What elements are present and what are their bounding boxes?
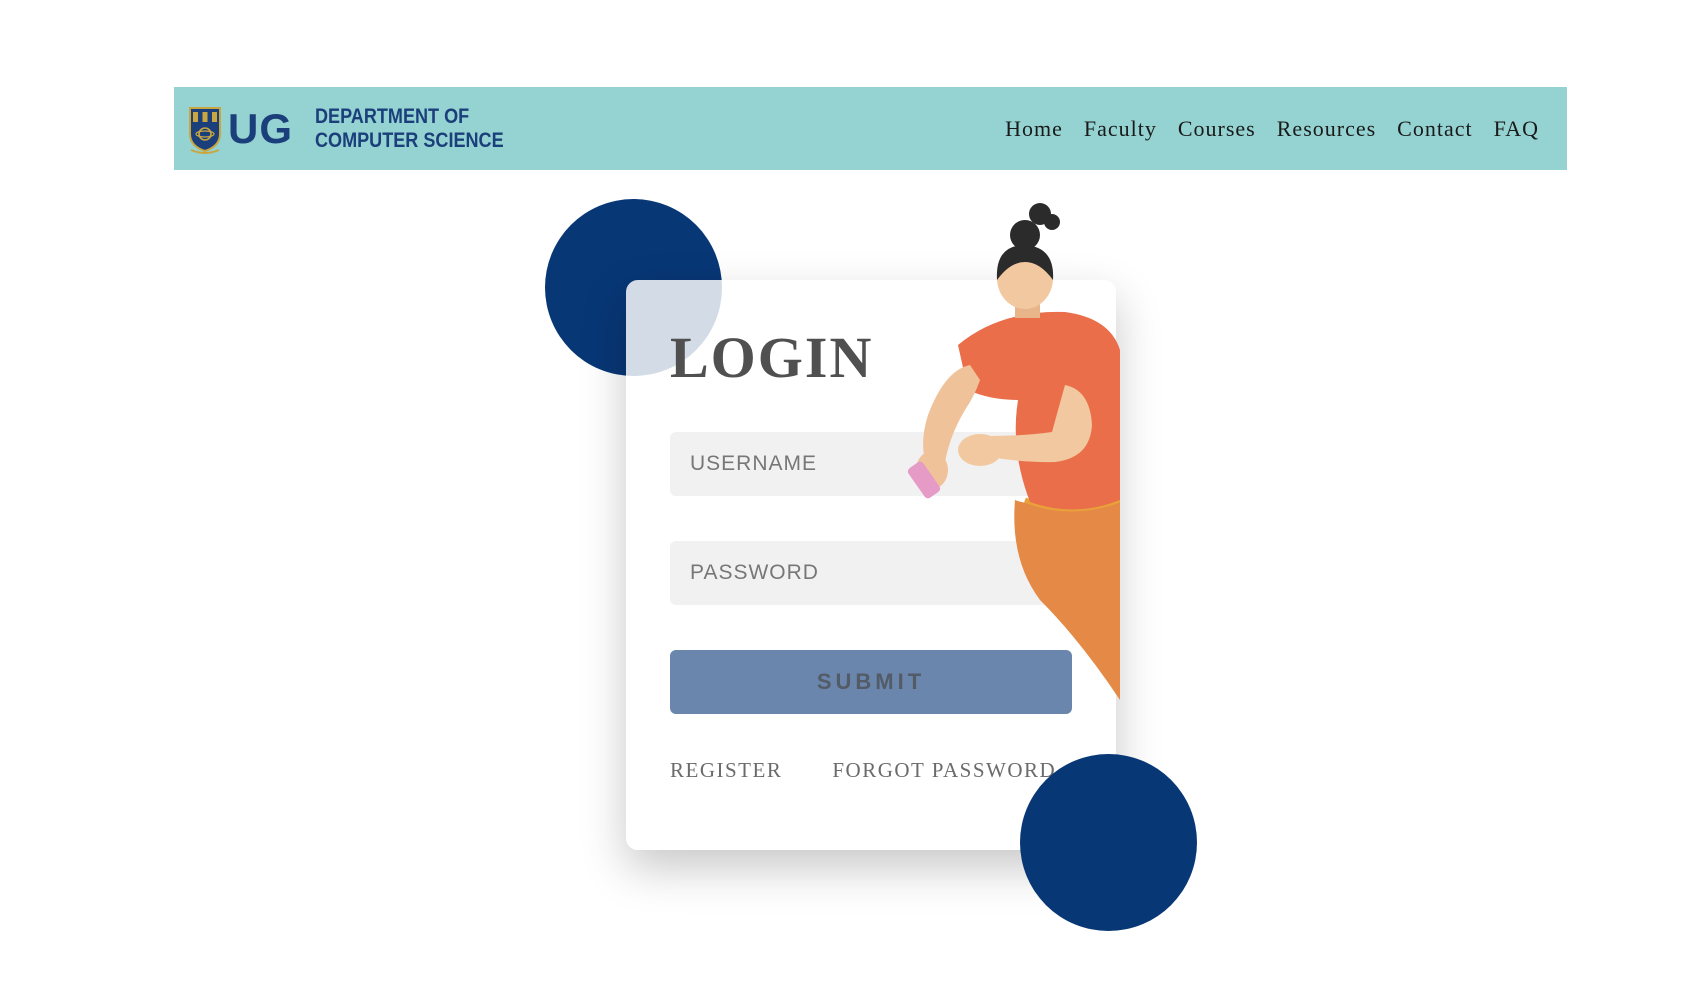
login-card: LOGIN SUBMIT REGISTER FORGOT PASSWORD bbox=[626, 280, 1116, 850]
decorative-circle-bottom bbox=[1020, 754, 1197, 931]
nav-link-faq[interactable]: FAQ bbox=[1494, 116, 1539, 142]
brand-logo-text: UG bbox=[228, 104, 293, 152]
illustration-hair bbox=[996, 245, 1054, 280]
login-links: REGISTER FORGOT PASSWORD bbox=[670, 758, 1056, 783]
login-title: LOGIN bbox=[670, 325, 874, 390]
register-link[interactable]: REGISTER bbox=[670, 758, 782, 783]
illustration-hair-bun-top bbox=[1029, 203, 1051, 225]
brand[interactable]: UG DEPARTMENT OF COMPUTER SCIENCE bbox=[188, 87, 534, 170]
password-input[interactable] bbox=[670, 541, 1072, 605]
forgot-password-link[interactable]: FORGOT PASSWORD bbox=[832, 758, 1056, 783]
site-header: UG DEPARTMENT OF COMPUTER SCIENCE Home F… bbox=[174, 87, 1567, 170]
submit-button[interactable]: SUBMIT bbox=[670, 650, 1072, 714]
illustration-hair-bun-small bbox=[1044, 214, 1060, 230]
nav-link-resources[interactable]: Resources bbox=[1277, 116, 1376, 142]
nav-link-courses[interactable]: Courses bbox=[1178, 116, 1256, 142]
username-input[interactable] bbox=[670, 432, 1072, 496]
illustration-hair-bun bbox=[1010, 220, 1040, 250]
nav-link-contact[interactable]: Contact bbox=[1397, 116, 1472, 142]
nav-link-faculty[interactable]: Faculty bbox=[1084, 116, 1157, 142]
main-nav: Home Faculty Courses Resources Contact F… bbox=[1005, 116, 1539, 142]
department-name: DEPARTMENT OF COMPUTER SCIENCE bbox=[315, 105, 504, 153]
university-crest-icon bbox=[189, 106, 221, 154]
department-name-line2: COMPUTER SCIENCE bbox=[315, 128, 504, 152]
department-name-line1: DEPARTMENT OF bbox=[315, 104, 470, 128]
nav-link-home[interactable]: Home bbox=[1005, 116, 1063, 142]
